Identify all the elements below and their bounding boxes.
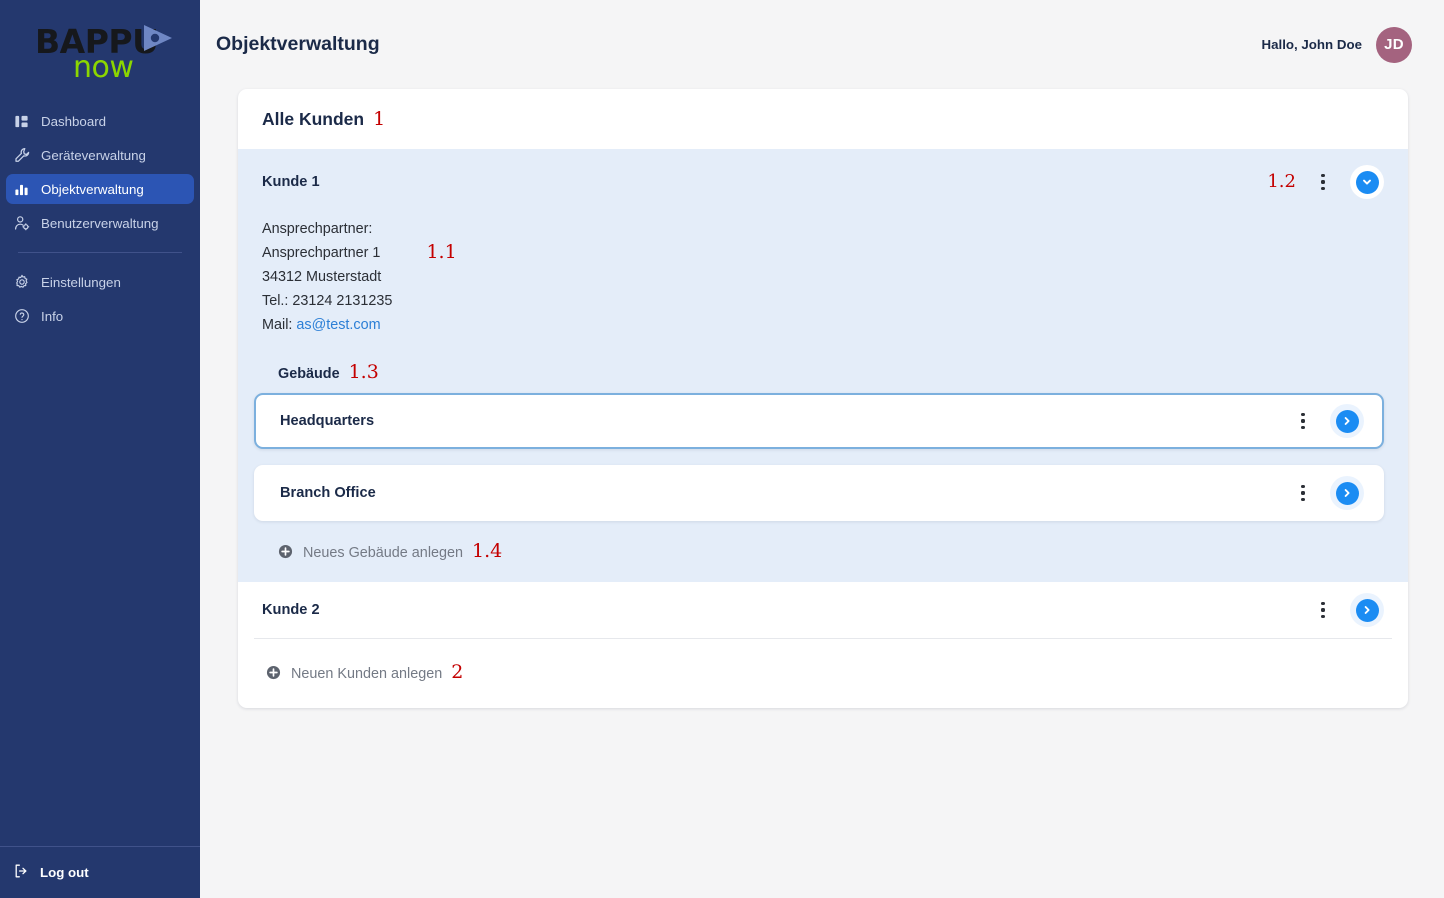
annotation-1-1: 1.1	[426, 241, 457, 263]
add-building-button[interactable]: Neues Gebäude anlegen 1.4	[278, 542, 1384, 561]
customer-header-row[interactable]: Kunde 1 1.2	[238, 149, 1408, 215]
logo: BAPPU now	[0, 0, 200, 100]
logo-sub-text: now	[73, 50, 134, 85]
sidebar-item-label: Objektverwaltung	[41, 181, 144, 197]
sidebar-footer: Log out	[0, 846, 200, 898]
add-customer-label: Neuen Kunden anlegen	[291, 666, 443, 682]
wrench-icon	[13, 147, 30, 164]
customer-row-actions	[1312, 593, 1384, 627]
customers-card-title: Alle Kunden	[262, 109, 365, 129]
question-circle-icon	[13, 308, 30, 325]
dashboard-icon	[13, 113, 30, 130]
sidebar-item-label: Benutzerverwaltung	[41, 215, 159, 231]
building-name: Branch Office	[280, 485, 376, 501]
building-row-actions	[1292, 404, 1364, 438]
sidebar-item-label: Dashboard	[41, 113, 107, 129]
annotation-1: 1	[373, 108, 386, 130]
building-row[interactable]: Headquarters	[254, 393, 1384, 449]
customer-name: Kunde 1	[262, 174, 320, 190]
app-root: BAPPU now Dashboard Geräteverwaltung Obj…	[0, 0, 1444, 898]
kebab-menu-icon[interactable]	[1312, 169, 1334, 195]
annotation-1-4: 1.4	[472, 540, 503, 562]
page-title: Objektverwaltung	[216, 33, 380, 55]
sidebar-item-label: Einstellungen	[41, 274, 121, 290]
chevron-right-icon	[1355, 598, 1379, 622]
topbar: Objektverwaltung Hallo, John Doe JD	[200, 0, 1444, 89]
buildings-section: Gebäude 1.3 Headquarters Branch Office N…	[238, 337, 1408, 582]
building-list: Headquarters Branch Office	[238, 382, 1408, 521]
buildings-label: Gebäude	[278, 366, 340, 382]
sidebar-item-info[interactable]: Info	[6, 301, 194, 331]
buildings-heading: Gebäude 1.3	[238, 361, 1408, 383]
user-gear-icon	[13, 215, 30, 232]
annotation-2: 2	[451, 661, 464, 683]
contact-phone: Tel.: 23124 2131235	[262, 293, 393, 309]
customer-contact-block: Ansprechpartner: Ansprechpartner 1 34312…	[238, 215, 1408, 337]
sidebar-item-label: Info	[41, 308, 64, 324]
contact-lines: Ansprechpartner: Ansprechpartner 1 34312…	[262, 217, 392, 337]
main-area: Objektverwaltung Hallo, John Doe JD Alle…	[200, 0, 1444, 898]
contact-label: Ansprechpartner:	[262, 221, 373, 237]
building-row-actions	[1292, 476, 1364, 510]
sidebar-item-einstellungen[interactable]: Einstellungen	[6, 267, 194, 297]
building-open-button[interactable]	[1330, 404, 1364, 438]
plus-circle-icon	[278, 544, 293, 559]
customer-row-collapsed[interactable]: Kunde 2	[238, 582, 1408, 638]
sidebar: BAPPU now Dashboard Geräteverwaltung Obj…	[0, 0, 200, 898]
customer-expand-button[interactable]	[1350, 593, 1384, 627]
gear-icon	[13, 274, 30, 291]
contact-address: 34312 Musterstadt	[262, 269, 382, 285]
customer-row-actions: 1.2	[1267, 165, 1384, 199]
topbar-right: Hallo, John Doe JD	[1261, 26, 1412, 63]
annotation-1-3: 1.3	[348, 361, 379, 383]
sidebar-item-label: Geräteverwaltung	[41, 147, 146, 163]
building-open-button[interactable]	[1330, 476, 1364, 510]
sidebar-nav: Dashboard Geräteverwaltung Objektverwalt…	[0, 106, 200, 335]
add-building-label: Neues Gebäude anlegen	[303, 545, 464, 561]
add-building-area: Neues Gebäude anlegen 1.4	[238, 537, 1408, 582]
add-customer-area: Neuen Kunden anlegen 2	[238, 639, 1408, 708]
chevron-right-icon	[1335, 409, 1359, 433]
kebab-menu-icon[interactable]	[1292, 480, 1314, 506]
play-triangle-icon	[142, 23, 174, 53]
contact-mail-row: Mail: as@test.com	[262, 313, 392, 337]
customer-panel-expanded: Kunde 1 1.2 Ansprechpartner: Ansprechpar…	[238, 149, 1408, 582]
contact-mail-link[interactable]: as@test.com	[296, 317, 380, 333]
customers-card-header: Alle Kunden 1	[238, 89, 1408, 149]
chevron-right-icon	[1335, 481, 1359, 505]
building-row[interactable]: Branch Office	[254, 465, 1384, 521]
customer-collapse-button[interactable]	[1350, 165, 1384, 199]
annotation-1-2: 1.2	[1267, 171, 1296, 192]
greeting-text: Hallo, John Doe	[1261, 37, 1362, 52]
logout-icon	[13, 863, 29, 882]
customers-card: Alle Kunden 1 Kunde 1 1.2 Ansprechpartne…	[238, 89, 1408, 708]
sidebar-item-geraeteverwaltung[interactable]: Geräteverwaltung	[6, 140, 194, 170]
bar-chart-icon	[13, 181, 30, 198]
avatar[interactable]: JD	[1376, 26, 1412, 63]
building-name: Headquarters	[280, 413, 375, 429]
sidebar-item-benutzerverwaltung[interactable]: Benutzerverwaltung	[6, 208, 194, 238]
chevron-down-icon	[1355, 170, 1379, 194]
logout-button[interactable]: Log out	[13, 863, 187, 882]
sidebar-item-objektverwaltung[interactable]: Objektverwaltung	[6, 174, 194, 204]
contact-person: Ansprechpartner 1	[262, 245, 381, 261]
plus-circle-icon	[266, 665, 281, 680]
customer-name: Kunde 2	[262, 602, 320, 618]
sidebar-divider	[18, 252, 182, 253]
kebab-menu-icon[interactable]	[1312, 597, 1334, 623]
add-customer-button[interactable]: Neuen Kunden anlegen 2	[266, 663, 1384, 682]
sidebar-item-dashboard[interactable]: Dashboard	[6, 106, 194, 136]
contact-mail-label: Mail:	[262, 317, 293, 333]
logout-label: Log out	[40, 865, 89, 880]
kebab-menu-icon[interactable]	[1292, 408, 1314, 434]
content: Alle Kunden 1 Kunde 1 1.2 Ansprechpartne…	[200, 89, 1444, 708]
